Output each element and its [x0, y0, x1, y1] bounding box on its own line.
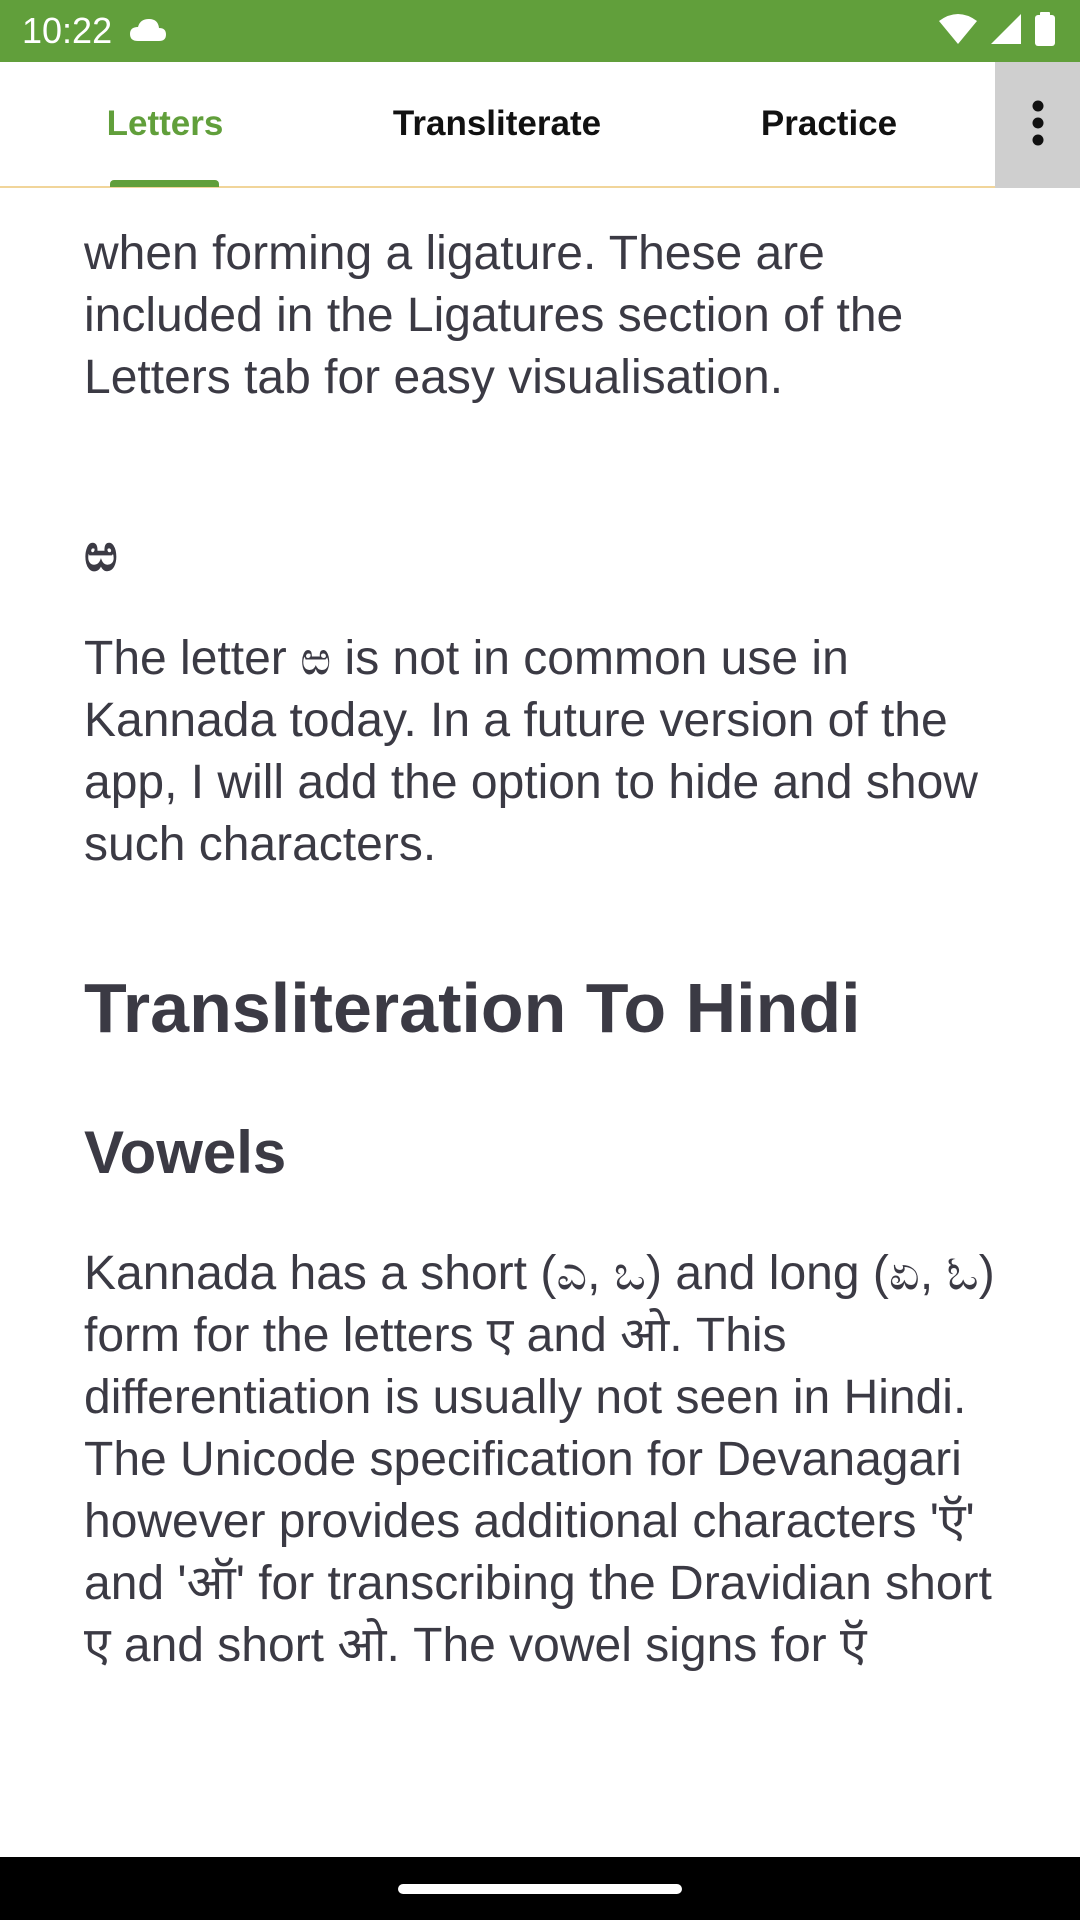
wifi-icon	[938, 13, 978, 49]
tab-letters[interactable]: Letters	[0, 62, 330, 186]
heading-transliteration: Transliteration To Hindi	[84, 969, 861, 1047]
tab-letters-label: Letters	[106, 104, 224, 143]
navigation-bar	[0, 1857, 1080, 1920]
app-screen: 10:22 Letters Transliterate Practice whe…	[0, 0, 1080, 1920]
signal-icon	[990, 13, 1022, 49]
status-icons	[938, 12, 1056, 50]
tab-transliterate[interactable]: Transliterate	[332, 62, 662, 186]
heading-vowels: Vowels	[84, 1119, 287, 1186]
battery-icon	[1034, 12, 1056, 50]
paragraph-letter-usage: The letter ಱ is not in common use in Kan…	[84, 632, 978, 871]
letter-heading: ಱ	[84, 523, 118, 583]
paragraph-ligatures: when forming a ligature. These are inclu…	[84, 227, 904, 404]
overflow-menu-button[interactable]	[995, 62, 1080, 188]
paragraph-vowels: Kannada has a short (ಎ, ಒ) and long (ಏ, …	[84, 1247, 995, 1672]
status-bar: 10:22	[0, 0, 1080, 62]
tab-transliterate-label: Transliterate	[392, 104, 602, 143]
tab-practice-label: Practice	[760, 104, 898, 143]
tab-bar: Letters Transliterate Practice	[0, 62, 1080, 188]
more-vert-icon	[1031, 100, 1045, 150]
help-content[interactable]: when forming a ligature. These are inclu…	[84, 188, 1004, 1810]
active-tab-indicator	[110, 180, 219, 187]
home-gesture-handle[interactable]	[398, 1884, 682, 1894]
cloud-icon	[128, 17, 168, 43]
status-time: 10:22	[22, 10, 113, 51]
tab-practice[interactable]: Practice	[664, 62, 994, 186]
